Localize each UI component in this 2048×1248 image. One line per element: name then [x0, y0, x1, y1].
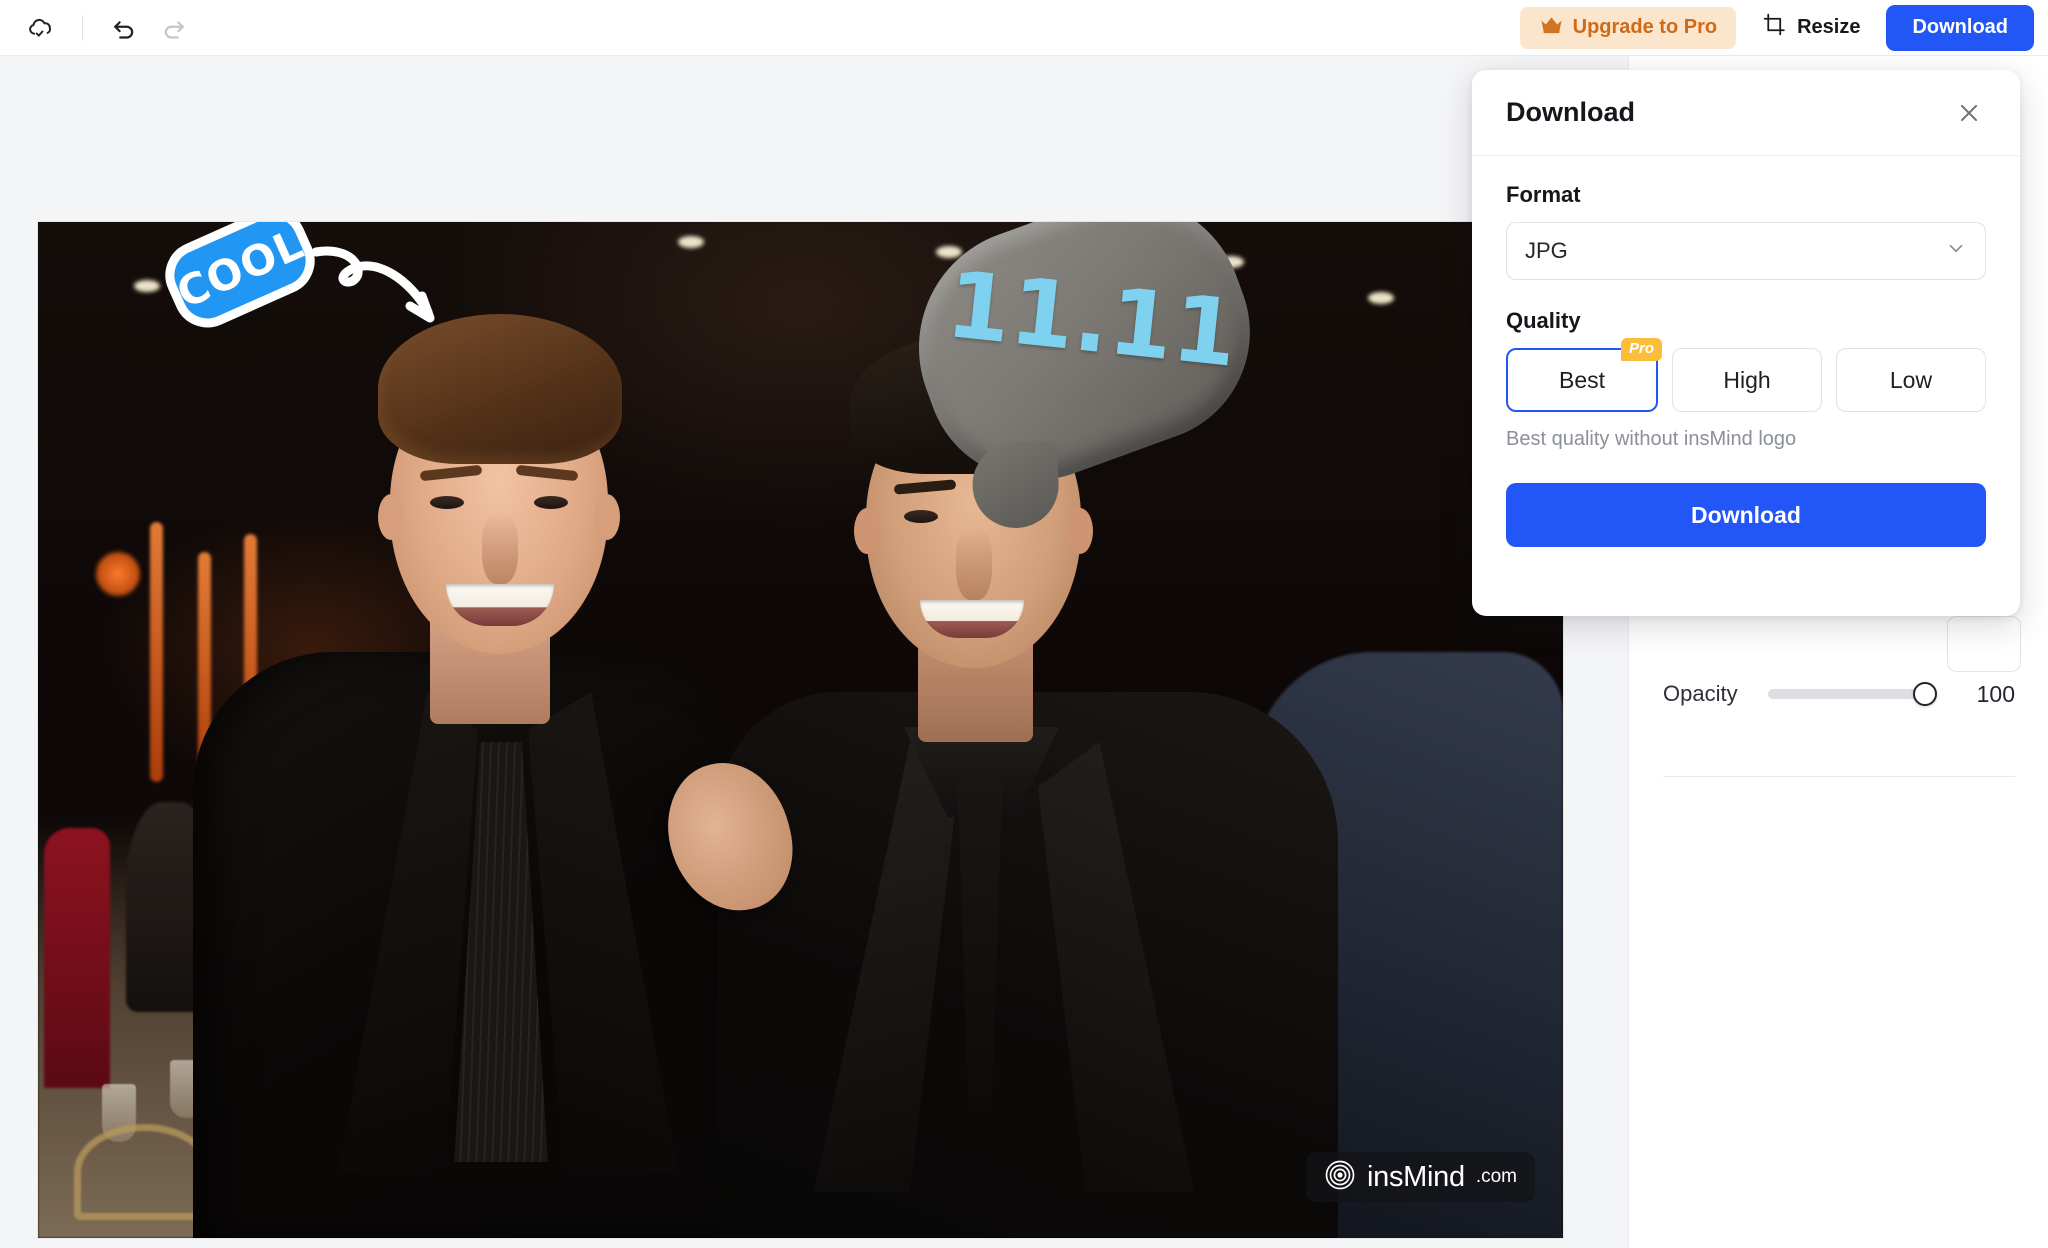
watermark-domain: .com — [1475, 1166, 1517, 1187]
top-toolbar: Upgrade to Pro Resize Download — [0, 0, 2048, 56]
close-icon[interactable] — [1952, 96, 1986, 130]
upgrade-to-pro-button[interactable]: Upgrade to Pro — [1519, 6, 1737, 49]
resize-button[interactable]: Resize — [1750, 7, 1872, 49]
undo-icon[interactable] — [101, 8, 147, 48]
quality-label: Quality — [1506, 308, 1581, 333]
format-select[interactable]: JPG — [1506, 222, 1986, 280]
subject-left-hair — [378, 314, 622, 464]
chevron-down-icon — [1945, 237, 1967, 265]
download-button-label: Download — [1912, 16, 2008, 38]
toolbar-divider — [82, 14, 83, 41]
download-panel-title: Download — [1506, 97, 1635, 127]
ceiling-light — [134, 280, 160, 292]
ear — [378, 494, 404, 540]
quality-option-best[interactable]: Pro Best — [1506, 338, 1662, 412]
insmind-editor-app: Upgrade to Pro Resize Download COOL 11.1… — [0, 0, 2048, 1248]
opacity-slider-knob[interactable] — [1913, 682, 1937, 706]
resize-label: Resize — [1797, 16, 1861, 38]
quality-option-low-label: Low — [1889, 366, 1933, 393]
quality-options-group: Pro Best High Low — [1506, 338, 1986, 412]
ear — [594, 494, 620, 540]
crop-resize-icon — [1762, 12, 1787, 43]
format-label: Format — [1506, 182, 1581, 207]
download-panel-header: Download — [1472, 70, 2020, 156]
redo-icon — [151, 8, 197, 48]
download-panel: Download Format JPG Quality Pro Best Hig… — [1472, 70, 2020, 616]
spiral-logo-icon — [1324, 1159, 1356, 1196]
ear — [1067, 508, 1093, 554]
crown-icon — [1539, 15, 1564, 41]
panel-download-button[interactable]: Download — [1506, 483, 1986, 547]
eyebrow — [515, 464, 579, 482]
download-panel-body: Format JPG Quality Pro Best High Low Bes… — [1472, 156, 2020, 547]
opacity-control-row: Opacity 100 — [1629, 652, 2048, 736]
quality-option-best-label: Best — [1558, 366, 1606, 393]
opacity-slider[interactable] — [1767, 682, 1937, 706]
smiling-mouth — [920, 600, 1024, 638]
nose — [482, 512, 518, 584]
panel-download-label: Download — [1691, 501, 1801, 528]
quality-option-high[interactable]: High — [1672, 348, 1822, 412]
opacity-value: 100 — [1976, 680, 2015, 707]
format-select-value: JPG — [1525, 238, 1568, 263]
opacity-slider-track — [1767, 689, 1935, 699]
opacity-label: Opacity — [1663, 681, 1738, 706]
eyebrow — [893, 479, 957, 495]
watermark-name: insMind — [1366, 1160, 1465, 1193]
quality-option-low[interactable]: Low — [1836, 348, 1986, 412]
photo-image[interactable]: COOL 11.11 insMind .com — [38, 222, 1563, 1238]
nose — [956, 526, 992, 600]
eye — [534, 496, 568, 509]
background-guest-red — [44, 828, 110, 1088]
pro-badge: Pro — [1620, 338, 1662, 361]
insmind-watermark: insMind .com — [1305, 1152, 1535, 1202]
editor-workspace: COOL 11.11 insMind .com — [0, 56, 1628, 1248]
cloud-check-icon[interactable] — [18, 8, 64, 48]
ceiling-light — [678, 236, 704, 248]
quality-note: Best quality without insMind logo — [1506, 428, 1797, 450]
design-canvas[interactable]: COOL 11.11 insMind .com — [38, 222, 1563, 1238]
decor-orange-orb — [96, 552, 140, 596]
quality-option-high-label: High — [1723, 366, 1771, 393]
upgrade-to-pro-label: Upgrade to Pro — [1572, 16, 1718, 38]
ear — [854, 508, 880, 554]
toolbar-left-group — [0, 8, 197, 48]
smiling-mouth — [446, 584, 554, 626]
toolbar-right-group: Upgrade to Pro Resize Download — [1519, 4, 2048, 51]
eye — [904, 510, 938, 523]
ceiling-light — [1368, 292, 1394, 304]
eye — [430, 496, 464, 509]
sidebar-divider — [1663, 776, 2015, 777]
eyebrow — [419, 464, 483, 482]
download-button[interactable]: Download — [1886, 4, 2034, 51]
decor-light-bar — [150, 522, 163, 782]
curly-arrow-icon — [306, 234, 446, 335]
